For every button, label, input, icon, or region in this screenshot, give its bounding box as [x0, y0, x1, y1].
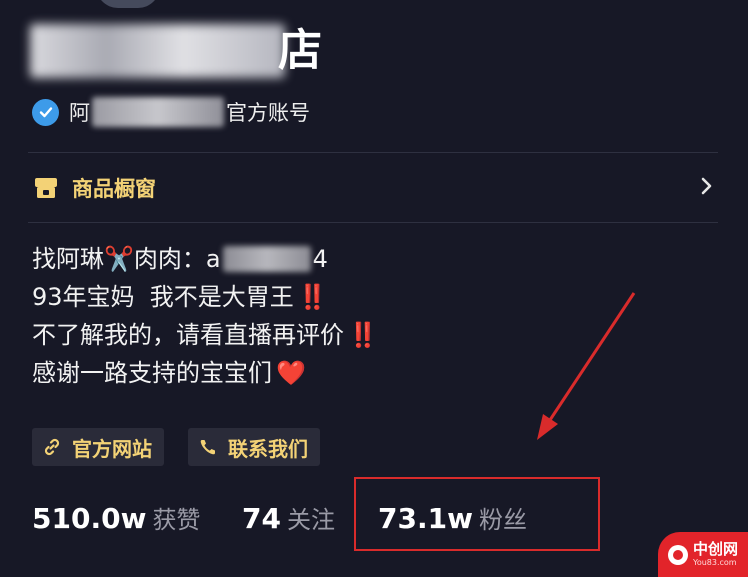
watermark-logo-icon [668, 544, 688, 565]
watermark-title: 中创网 [693, 540, 739, 558]
watermark-sub: You83.com [693, 558, 737, 567]
watermark-text: 中创网 You83.com [693, 541, 738, 568]
annotation-arrow [537, 292, 636, 440]
site-watermark: 中创网 You83.com [658, 532, 748, 577]
